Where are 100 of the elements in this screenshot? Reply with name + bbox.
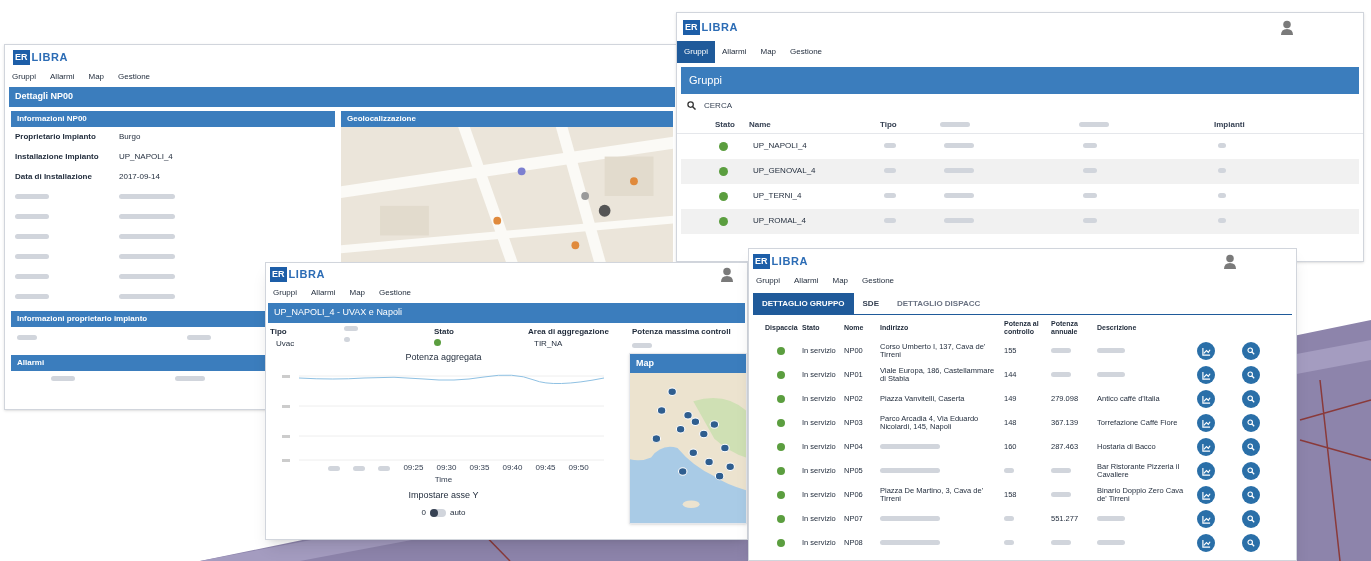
nav-tab[interactable]: Map — [753, 41, 784, 63]
blurred-text — [119, 254, 175, 259]
nav-tab[interactable]: Gruppi — [5, 69, 43, 85]
title-bar: UP_NAPOLI_4 - UVAX e Napoli — [268, 303, 745, 323]
toggle-switch[interactable] — [429, 508, 446, 517]
blurred-text — [1097, 371, 1125, 377]
blurred-text — [1097, 515, 1125, 521]
chart-button[interactable] — [1197, 366, 1215, 384]
blurred-text — [1051, 467, 1071, 473]
search-button[interactable] — [1242, 342, 1260, 360]
nav-tab[interactable]: Map — [342, 285, 373, 301]
blurred-text — [15, 213, 49, 219]
blurred-text — [1083, 143, 1097, 148]
nav-tab[interactable]: Gruppi — [266, 285, 304, 301]
search-icon — [687, 101, 696, 110]
chart-icon — [1201, 442, 1211, 452]
nav-tab[interactable]: Map — [81, 69, 112, 85]
blurred-text — [378, 465, 391, 471]
nav-tab[interactable]: Gestione — [783, 41, 830, 63]
field-value: UP_NAPOLI_4 — [119, 150, 173, 163]
blurred-text — [15, 293, 49, 299]
chart-button[interactable] — [1197, 462, 1215, 480]
search-button[interactable] — [1242, 510, 1260, 528]
chart-button[interactable] — [1197, 414, 1215, 432]
blurred-text — [1079, 122, 1109, 127]
nav-tab[interactable]: Gestione — [111, 69, 158, 85]
field-label: Tipo — [270, 325, 287, 338]
table-cell-text: UP_TERNI_4 — [753, 190, 803, 202]
panel-header: Map — [630, 353, 746, 373]
blurred-text — [1097, 539, 1125, 545]
chart-icon — [1201, 466, 1211, 476]
chart-icon — [1201, 418, 1211, 428]
field-value: 2017-09-14 — [119, 170, 160, 183]
blurred-text — [944, 218, 974, 223]
blurred-text — [1004, 539, 1014, 545]
blurred-text — [328, 465, 341, 471]
search-icon — [1247, 539, 1255, 547]
search-button[interactable] — [1242, 414, 1260, 432]
chart-button[interactable] — [1197, 342, 1215, 360]
nav-tab[interactable]: Allarmi — [715, 41, 754, 63]
chart-icon — [1201, 346, 1211, 356]
logo-text: LIBRA — [288, 268, 325, 280]
search-button[interactable] — [1242, 366, 1260, 384]
blurred-text — [944, 143, 974, 148]
nav-tab[interactable]: Gestione — [372, 285, 419, 301]
blurred-text — [1083, 168, 1097, 173]
axis-title: Time — [434, 474, 453, 486]
chart-button[interactable] — [1197, 510, 1215, 528]
chart-button[interactable] — [1197, 390, 1215, 408]
nav-tab[interactable]: Allarmi — [787, 273, 826, 289]
tab[interactable]: DETTAGLIO GRUPPO — [753, 293, 854, 314]
blurred-text — [119, 234, 175, 239]
nav-tab[interactable]: Gruppi — [677, 41, 715, 63]
blurred-text — [15, 273, 49, 279]
field-value: TIR_NA — [533, 337, 563, 350]
column-header: Tipo — [880, 119, 898, 131]
blurred-text — [1051, 539, 1071, 545]
chart-button[interactable] — [1197, 534, 1215, 552]
avatar-icon[interactable] — [1281, 19, 1293, 35]
chart-icon — [1201, 538, 1211, 548]
field-label: Installazione Impianto — [15, 150, 100, 163]
search-button[interactable] — [1242, 462, 1260, 480]
blurred-text — [119, 214, 175, 219]
title-bar: Dettagli NP00 — [9, 87, 675, 107]
chart-button[interactable] — [1197, 438, 1215, 456]
search-button[interactable] — [1242, 438, 1260, 456]
blurred-text — [344, 336, 350, 342]
logo-text: LIBRA — [31, 51, 68, 63]
blurred-text — [17, 335, 37, 340]
table-cell-text: UP_NAPOLI_4 — [753, 140, 808, 152]
search-button[interactable] — [1242, 486, 1260, 504]
blurred-text — [119, 194, 175, 199]
logo-text: LIBRA — [701, 21, 738, 33]
nav-tab[interactable]: Gestione — [855, 273, 902, 289]
nav-tab[interactable]: Gruppi — [749, 273, 787, 289]
nav-tab[interactable]: Map — [825, 273, 856, 289]
search-button[interactable] — [1242, 390, 1260, 408]
blurred-text — [353, 465, 366, 471]
field-label: Potenza massima controll — [632, 325, 731, 338]
chart-icon — [1201, 394, 1211, 404]
blurred-text — [940, 122, 970, 127]
tab[interactable]: DETTAGLIO DISPACC — [888, 293, 990, 314]
avatar-icon[interactable] — [721, 266, 733, 282]
blurred-text — [15, 253, 49, 259]
logo-mark: ER — [683, 19, 700, 35]
axis-label: 09:30 — [436, 462, 457, 474]
search-button[interactable] — [1242, 534, 1260, 552]
search-field[interactable]: CERCA — [704, 99, 904, 112]
chart-button[interactable] — [1197, 486, 1215, 504]
toggle-label: auto — [449, 506, 466, 519]
blurred-text — [1051, 347, 1071, 353]
blurred-text — [1218, 168, 1226, 173]
field-label: Proprietario Impianto — [15, 130, 97, 143]
avatar-icon[interactable] — [1224, 253, 1236, 269]
tab[interactable]: SDE — [853, 293, 888, 314]
search-icon — [1247, 467, 1255, 475]
blurred-text — [884, 143, 896, 148]
nav-tab[interactable]: Allarmi — [304, 285, 343, 301]
column-header: Name — [749, 119, 772, 131]
nav-tab[interactable]: Allarmi — [43, 69, 82, 85]
